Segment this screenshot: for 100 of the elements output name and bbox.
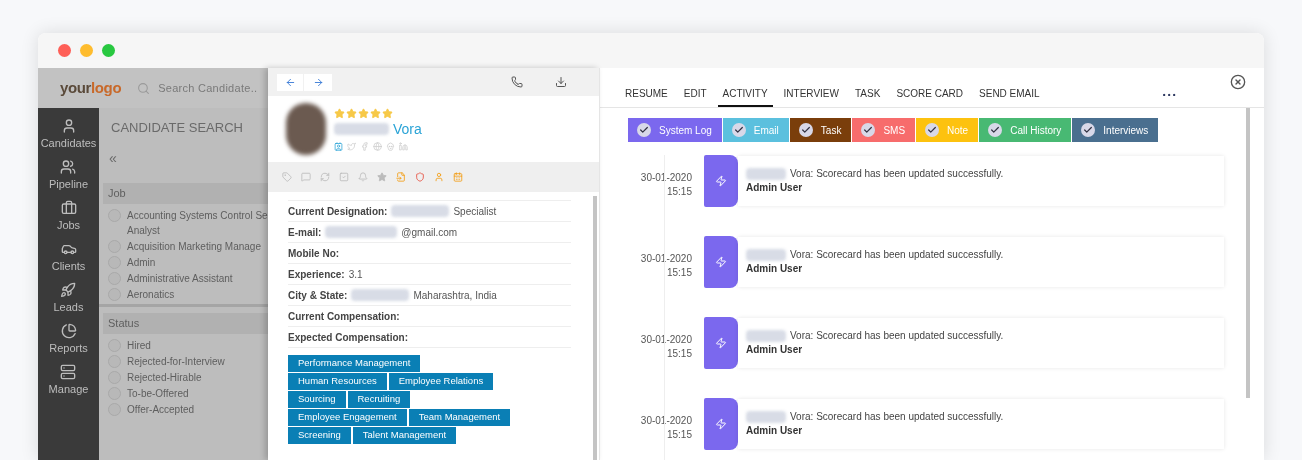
checkbox-icon[interactable] [339, 172, 349, 182]
message-icon[interactable] [301, 172, 311, 182]
download-icon[interactable] [555, 76, 567, 88]
calendar-icon[interactable] [453, 172, 463, 182]
filter-option[interactable]: Offer-Accepted [127, 401, 268, 417]
filter-option[interactable]: Accounting Systems Control Se Analyst [127, 207, 268, 238]
activity-user: Admin User [746, 343, 804, 357]
activity-message: Vora: Scorecard has been updated successfully. [790, 248, 1004, 262]
field-value: Maharashtra, India [413, 288, 497, 303]
redacted-text [746, 168, 786, 180]
star-icon [370, 107, 381, 119]
briefcase-icon [60, 200, 77, 216]
activity-date: 30-01-2020 [639, 333, 692, 347]
filter-option[interactable]: To-be-Offered [127, 385, 268, 401]
check-icon [731, 123, 746, 137]
filter-chip[interactable]: Task [789, 118, 852, 142]
star-icon[interactable] [377, 172, 387, 182]
sidebar-item[interactable]: Reports [49, 323, 88, 357]
tab[interactable]: TASK [850, 81, 886, 107]
tab[interactable]: INTERVIEW [778, 81, 844, 107]
redacted-text [391, 205, 450, 217]
sidebar-item[interactable]: Jobs [56, 200, 81, 234]
user-icon[interactable] [434, 172, 444, 182]
skill-tag: Employee Relations [388, 373, 494, 390]
field-label: City & State: [288, 288, 348, 303]
filter-option[interactable]: Rejected-for-Interview [127, 353, 268, 369]
check-icon [988, 123, 1003, 137]
sidebar-item[interactable]: Candidates [40, 118, 97, 152]
filter-chip[interactable]: Interviews [1072, 118, 1159, 142]
skill-tag: Performance Management [288, 355, 421, 372]
redacted-text [746, 249, 786, 261]
tab[interactable]: SCORE CARD [891, 81, 969, 107]
sidebar-item[interactable]: Clients [51, 241, 86, 275]
shield-icon[interactable] [415, 172, 425, 182]
next-button[interactable] [304, 73, 332, 91]
pie-chart-icon [60, 323, 77, 339]
filter-chip[interactable]: SMS [852, 118, 916, 142]
check-icon [798, 123, 813, 137]
left-arrow-icon [284, 76, 296, 88]
skill-tag: Sourcing [288, 391, 346, 408]
filter-group-header: Job [103, 182, 268, 204]
sidebar-item[interactable]: Leads [53, 282, 84, 316]
sidebar-item[interactable]: Manage [48, 364, 89, 398]
activity-date: 30-01-2020 [639, 252, 692, 266]
activity-time: 15:15 [665, 347, 692, 361]
redacted-text [746, 411, 786, 423]
activity-date: 30-01-2020 [639, 171, 692, 185]
search-icon [137, 81, 151, 95]
collapse-button[interactable]: « [99, 147, 117, 169]
activity-time: 15:15 [665, 428, 692, 442]
people-icon [60, 159, 77, 175]
filter-option[interactable]: Hired [127, 337, 268, 353]
activity-message: Vora: Scorecard has been updated successfully. [790, 410, 1004, 424]
phone-icon[interactable] [511, 76, 523, 88]
tab[interactable]: RESUME [620, 81, 673, 107]
filter-option[interactable]: Aeronatics [127, 286, 268, 302]
activity-user: Admin User [746, 181, 804, 195]
search-field[interactable]: Search Candidate.. [158, 79, 264, 97]
lightning-icon [715, 256, 727, 268]
sidebar-item[interactable]: Pipeline [48, 159, 89, 193]
scrollbar[interactable] [1246, 108, 1250, 398]
check-icon [925, 123, 940, 137]
tab[interactable]: EDIT [678, 81, 712, 107]
contact-card-icon[interactable] [334, 141, 343, 151]
tab[interactable]: ACTIVITY [717, 81, 773, 107]
filter-option[interactable]: Admin [127, 254, 268, 270]
filter-option[interactable]: Acquisition Marketing Manage [127, 238, 268, 254]
field-label: Experience: [288, 267, 345, 282]
more-button[interactable]: • • • [1162, 89, 1176, 101]
filter-option[interactable]: Rejected-Hirable [127, 369, 268, 385]
tag-icon[interactable] [282, 172, 292, 182]
activity-user: Admin User [746, 424, 804, 438]
filter-option[interactable]: Administrative Assistant [127, 270, 268, 286]
filter-group-header: Status [103, 312, 268, 334]
star-icon [382, 107, 393, 119]
tab[interactable]: SEND EMAIL [974, 81, 1045, 107]
facebook-icon[interactable] [360, 141, 369, 151]
skill-tag: Recruiting [347, 391, 411, 408]
redacted-text [351, 289, 410, 301]
refresh-icon[interactable] [320, 172, 330, 182]
previous-button[interactable] [277, 73, 303, 91]
field-label: E-mail: [288, 225, 322, 240]
twitter-icon[interactable] [347, 141, 356, 151]
activity-message: Vora: Scorecard has been updated successfully. [790, 167, 1004, 181]
check-icon [1081, 123, 1096, 137]
skill-tag: Talent Management [352, 427, 457, 444]
star-icon [358, 107, 369, 119]
star-icon [346, 107, 357, 119]
activity-time: 15:15 [665, 266, 692, 280]
close-icon[interactable] [1230, 74, 1246, 90]
linkedin-icon[interactable] [399, 141, 408, 151]
field-value: Specialist [453, 204, 497, 219]
rocket-icon [60, 282, 77, 298]
activity-date: 30-01-2020 [639, 414, 692, 428]
photo-placeholder [286, 103, 326, 155]
scrollbar[interactable] [593, 196, 597, 460]
filter-chip[interactable]: System Log [628, 118, 722, 142]
bell-icon[interactable] [358, 172, 368, 182]
file-icon[interactable] [396, 172, 406, 182]
globe-icon[interactable] [373, 141, 382, 151]
